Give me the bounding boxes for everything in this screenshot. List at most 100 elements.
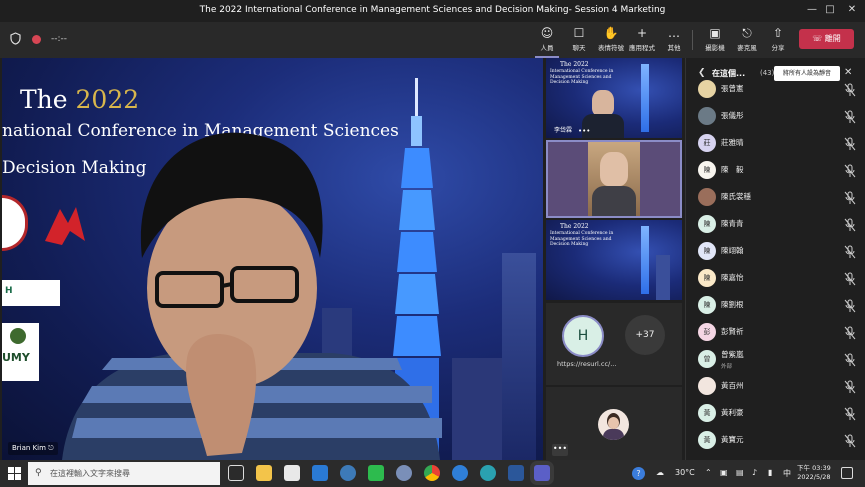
- chat-label: 聊天: [572, 44, 586, 52]
- word-icon[interactable]: [508, 465, 524, 481]
- mic-muted-icon: [844, 271, 856, 286]
- search-icon: ⚲: [35, 468, 42, 478]
- participant-name: 陳劉根: [721, 300, 744, 309]
- task-view-icon[interactable]: [228, 465, 244, 481]
- leave-label: 離開: [824, 34, 841, 43]
- mic-muted-icon: [844, 406, 856, 421]
- participant-name: 黃寶元: [721, 435, 744, 444]
- network-icon[interactable]: ▤: [736, 468, 744, 477]
- thumbnail-slide-subtitle: International Conference in Management S…: [550, 69, 614, 85]
- participant-avatar: 彭: [698, 323, 716, 341]
- recording-indicator-icon: [32, 35, 41, 44]
- mail-icon[interactable]: [312, 465, 328, 481]
- participant-row[interactable]: 彭彭賢祈: [686, 319, 865, 345]
- participant-face: [592, 90, 614, 116]
- participant-row[interactable]: 張曾憲: [686, 76, 865, 102]
- participant-external-label: 外部: [721, 364, 733, 370]
- more-button[interactable]: … 其他: [656, 26, 692, 52]
- mic-muted-icon: [844, 82, 856, 97]
- camera-button[interactable]: ▣ 攝影機: [697, 26, 733, 52]
- participant-row[interactable]: 曾曾紫嵐 外部: [686, 346, 865, 372]
- participant-row[interactable]: 莊莊雅晴: [686, 130, 865, 156]
- main-speaker-video[interactable]: The 2022 national Conference in Manageme…: [2, 58, 543, 460]
- thumbnail-slide-title: The 2022: [560, 61, 589, 68]
- line-icon[interactable]: [368, 465, 384, 481]
- taskbar-clock[interactable]: 下午 03:39 2022/5/28: [797, 464, 831, 482]
- participant-name: 張儀彤: [721, 111, 744, 120]
- notification-icon[interactable]: [841, 467, 853, 479]
- participant-row[interactable]: 張儀彤: [686, 103, 865, 129]
- participant-name: 黃百州: [721, 381, 744, 390]
- video-thumbnail[interactable]: The 2022 International Conference in Man…: [546, 58, 682, 138]
- weather-icon[interactable]: ☁: [656, 468, 664, 477]
- participant-row[interactable]: 陳陳 毅: [686, 157, 865, 183]
- weather-temperature[interactable]: 30°C: [675, 468, 695, 477]
- overflow-participants-button[interactable]: +37: [625, 315, 665, 355]
- participant-avatar: 莊: [698, 134, 716, 152]
- windows-start-icon[interactable]: [8, 467, 21, 480]
- participant-avatar-h[interactable]: H: [562, 315, 604, 357]
- file-explorer-icon[interactable]: [256, 465, 272, 481]
- mic-muted-icon: [844, 325, 856, 340]
- battery-icon[interactable]: ▮: [768, 468, 772, 477]
- video-thumbnail-selected[interactable]: [546, 140, 682, 218]
- chrome-icon[interactable]: [424, 465, 440, 481]
- participants-panel: ❮ 在這個... (43) 將所有人設為靜音 ✕ 張曾憲 張儀彤莊莊雅晴陳陳 毅陳…: [685, 58, 865, 460]
- gallery-more-button[interactable]: •••: [552, 444, 568, 456]
- participant-row[interactable]: 黃黃利豪: [686, 400, 865, 426]
- shield-icon[interactable]: [10, 32, 21, 45]
- ime-indicator[interactable]: 中: [783, 468, 791, 479]
- toolbar-divider: [692, 30, 693, 50]
- chat-button[interactable]: ☐ 聊天: [561, 26, 597, 52]
- app-icon[interactable]: [396, 465, 412, 481]
- help-icon[interactable]: ?: [632, 467, 645, 480]
- people-button[interactable]: ☺ 人員: [529, 26, 565, 58]
- participant-row[interactable]: 陳陳劉根: [686, 292, 865, 318]
- minimize-icon[interactable]: —: [805, 3, 819, 17]
- phone-hangup-icon: ☏: [812, 34, 825, 43]
- camera-label: 攝影機: [705, 44, 725, 52]
- apps-button[interactable]: + 應用程式: [624, 26, 660, 52]
- tray-app-icon[interactable]: ▣: [720, 468, 728, 477]
- ie-icon[interactable]: [452, 465, 468, 481]
- participant-avatar: 陳: [698, 161, 716, 179]
- participant-name: 彭賢祈: [721, 327, 744, 336]
- store-icon[interactable]: [284, 465, 300, 481]
- participant-row[interactable]: 陳陳嘉怡: [686, 265, 865, 291]
- people-label: 人員: [540, 44, 554, 52]
- apps-label: 應用程式: [629, 44, 655, 52]
- app-icon[interactable]: [340, 465, 356, 481]
- more-icon: …: [668, 26, 680, 40]
- participant-avatar-photo[interactable]: [598, 409, 629, 440]
- participant-avatar: [698, 377, 716, 395]
- video-thumbnail[interactable]: The 2022 International Conference in Man…: [546, 220, 682, 300]
- thumbnail-tower: [641, 226, 649, 294]
- participant-row[interactable]: 黃百州: [686, 373, 865, 399]
- close-icon[interactable]: ✕: [845, 3, 859, 17]
- thumbnail-more-button[interactable]: •••: [578, 127, 590, 135]
- participant-body: [592, 186, 636, 216]
- edge-icon[interactable]: [480, 465, 496, 481]
- participant-name: 黃利豪: [721, 408, 744, 417]
- tray-chevron-icon[interactable]: ⌃: [705, 468, 712, 477]
- share-button[interactable]: ⇧ 分享: [760, 26, 796, 52]
- people-icon: ☺: [540, 26, 554, 40]
- participant-row[interactable]: 黃黃寶元: [686, 427, 865, 453]
- thumbnail-tower: [641, 64, 649, 132]
- participant-row[interactable]: 陳陳翊翰: [686, 238, 865, 264]
- participant-name: 張曾憲: [721, 84, 744, 93]
- taskbar-search-input[interactable]: ⚲ 在這裡輸入文字來搜尋: [28, 462, 220, 485]
- leave-button[interactable]: ☏ 離開: [799, 29, 854, 49]
- participant-row[interactable]: 陳氏裳穩: [686, 184, 865, 210]
- thumbnail-building: [656, 255, 670, 300]
- thumbnail-slide-title: The 2022: [560, 223, 589, 230]
- maximize-icon[interactable]: □: [823, 3, 837, 17]
- participant-row[interactable]: 陳陳青青: [686, 211, 865, 237]
- participant-avatar: 陳: [698, 269, 716, 287]
- participant-name: 陳嘉怡: [721, 273, 744, 282]
- volume-icon[interactable]: ♪: [752, 468, 757, 477]
- windows-taskbar: ⚲ 在這裡輸入文字來搜尋 ? ☁ 30°C ⌃ ▣ ▤ ♪ ▮ 中 下午 03:…: [0, 460, 865, 487]
- participant-name: 陳青青: [721, 219, 744, 228]
- window-title: The 2022 International Conference in Man…: [199, 5, 666, 15]
- teams-icon[interactable]: [534, 465, 550, 481]
